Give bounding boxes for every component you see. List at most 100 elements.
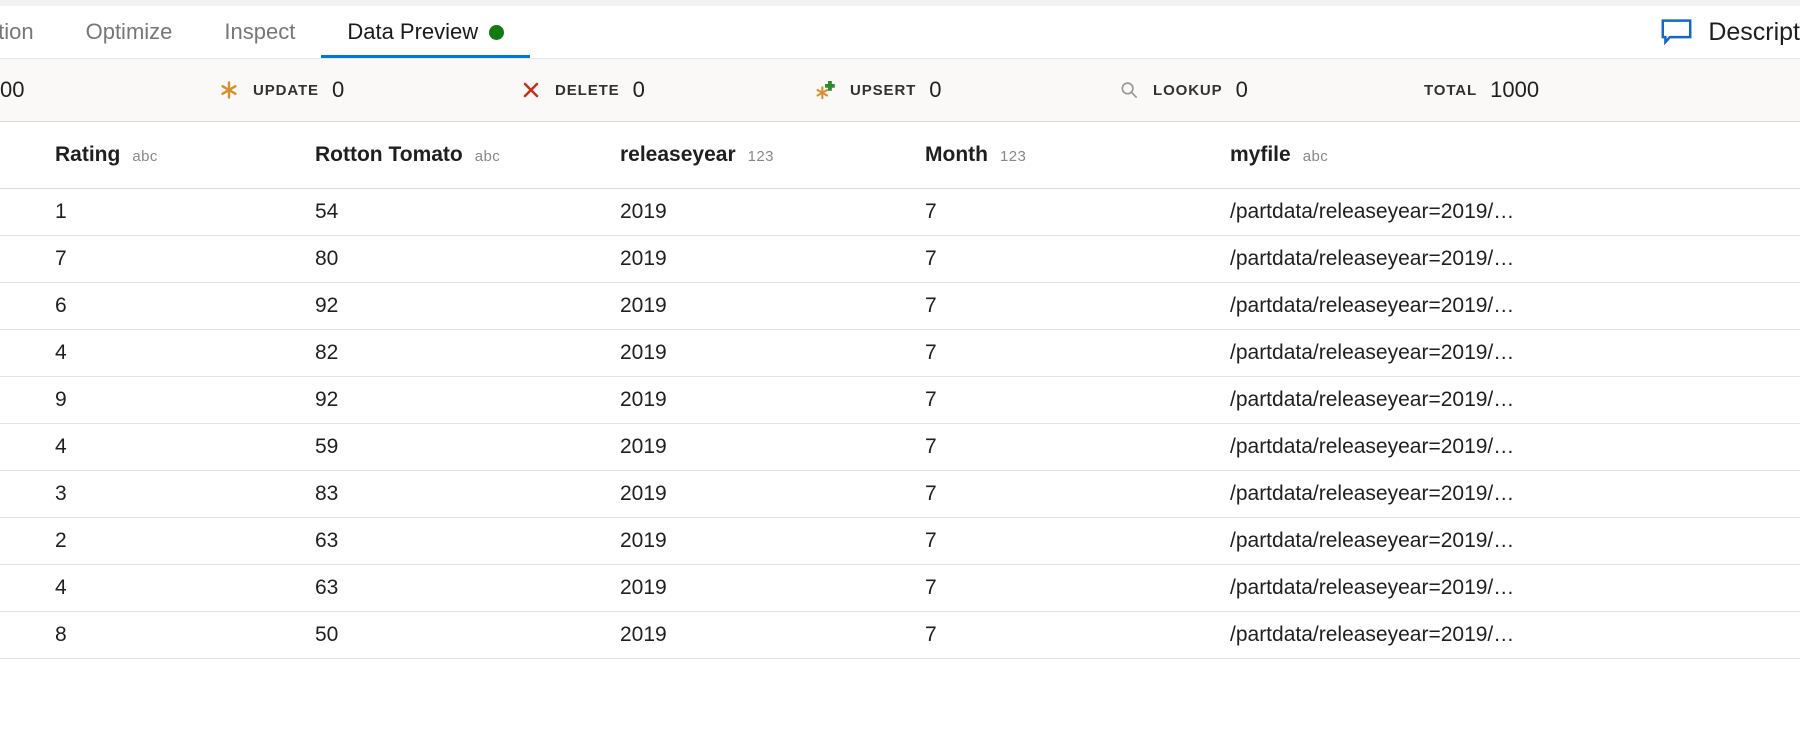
- table-row[interactable]: 8 50 2019 7/partdata/releaseyear=2019/…: [0, 611, 1800, 659]
- table-cell: 7: [920, 329, 1225, 377]
- table-cell: 8: [0, 611, 310, 659]
- table-cell: 7: [0, 235, 310, 283]
- table-cell: 2019: [615, 235, 920, 283]
- table-row[interactable]: 2 63 2019 7/partdata/releaseyear=2019/…: [0, 517, 1800, 565]
- tab-list: jection Optimize Inspect Data Preview: [0, 6, 531, 58]
- table-cell: 83: [310, 470, 615, 518]
- tab-data-preview[interactable]: Data Preview: [321, 6, 531, 58]
- table-row[interactable]: 7 80 2019 7/partdata/releaseyear=2019/…: [0, 235, 1800, 283]
- description-label: Descript: [1708, 17, 1800, 46]
- table-header-row: Rating abc Rotton Tomato abc releaseyear: [0, 122, 1800, 189]
- table-cell: 9: [0, 376, 310, 424]
- column-header-releaseyear[interactable]: releaseyear 123: [615, 122, 920, 189]
- table-cell: 2019: [615, 282, 920, 330]
- table-cell: /partdata/releaseyear=2019/…: [1225, 564, 1800, 612]
- table-cell: 7: [920, 564, 1225, 612]
- column-type-badge: 123: [747, 147, 774, 165]
- column-name: Month: [925, 142, 988, 166]
- stat-label: LOOKUP: [1153, 81, 1223, 99]
- column-header-rotton-tomato[interactable]: Rotton Tomato abc: [310, 122, 615, 189]
- column-type-badge: 123: [999, 147, 1027, 165]
- stat-label: UPDATE: [253, 81, 319, 99]
- table-cell: 50: [310, 611, 615, 659]
- table-cell: 2: [0, 517, 310, 565]
- tab-label: Optimize: [85, 19, 173, 44]
- table-cell: /partdata/releaseyear=2019/…: [1225, 517, 1800, 565]
- table-cell: 59: [310, 423, 615, 471]
- tab-label: Data Preview: [347, 19, 479, 44]
- table-cell: /partdata/releaseyear=2019/…: [1225, 188, 1800, 236]
- stat-value: 0: [1235, 77, 1248, 102]
- table-cell: 3: [0, 470, 310, 518]
- column-type-badge: abc: [474, 147, 501, 165]
- tab-label: Inspect: [224, 19, 296, 44]
- tab-inspect[interactable]: Inspect: [198, 6, 321, 58]
- table-cell: /partdata/releaseyear=2019/…: [1225, 611, 1800, 659]
- stat-lookup[interactable]: LOOKUP 0: [1118, 77, 1248, 103]
- stat-value: 0: [331, 77, 345, 102]
- table-row[interactable]: 6 92 2019 7/partdata/releaseyear=2019/…: [0, 282, 1800, 330]
- table-cell: 4: [0, 329, 310, 377]
- stat-value: 0: [632, 77, 645, 102]
- table-cell: 2019: [615, 376, 920, 424]
- table-row[interactable]: 4 63 2019 7/partdata/releaseyear=2019/…: [0, 564, 1800, 612]
- table-cell: /partdata/releaseyear=2019/…: [1225, 329, 1800, 377]
- description-button[interactable]: Descript: [1661, 18, 1800, 47]
- cross-icon: [523, 82, 539, 98]
- stat-label: UPSERT: [850, 81, 917, 99]
- stat-total: TOTAL 1000: [1424, 77, 1539, 103]
- table-cell: 7: [920, 470, 1225, 518]
- tab-projection[interactable]: jection: [0, 6, 60, 58]
- table-row[interactable]: 3 83 2019 7/partdata/releaseyear=2019/…: [0, 470, 1800, 518]
- stat-label: DELETE: [555, 81, 620, 99]
- table-row[interactable]: 1 54 2019 7/partdata/releaseyear=2019/…: [0, 188, 1800, 236]
- asterisk-plus-icon: [816, 81, 835, 100]
- tab-bar: jection Optimize Inspect Data Preview De…: [0, 6, 1800, 59]
- tab-label: jection: [0, 19, 34, 44]
- stat-value: 1000: [1490, 77, 1540, 102]
- table-cell: 7: [920, 376, 1225, 424]
- table-cell: 2019: [615, 423, 920, 471]
- table-cell: 7: [920, 517, 1225, 565]
- table-cell: 63: [310, 517, 615, 565]
- tab-bar-actions: Descript: [1661, 6, 1800, 58]
- table-header: Rating abc Rotton Tomato abc releaseyear: [0, 122, 1800, 189]
- table-cell: /partdata/releaseyear=2019/…: [1225, 376, 1800, 424]
- stat-upsert[interactable]: UPSERT 0: [815, 77, 942, 103]
- column-name: Rating: [55, 142, 121, 166]
- data-preview-table-container[interactable]: Rating abc Rotton Tomato abc releaseyear: [0, 122, 1800, 751]
- table-cell: 4: [0, 423, 310, 471]
- table-cell: 63: [310, 564, 615, 612]
- column-header-rating[interactable]: Rating abc: [0, 122, 310, 189]
- table-cell: 1: [0, 188, 310, 236]
- table-cell: /partdata/releaseyear=2019/…: [1225, 282, 1800, 330]
- table-cell: 82: [310, 329, 615, 377]
- table-cell: 7: [920, 282, 1225, 330]
- stat-label: TOTAL: [1424, 81, 1478, 99]
- column-name: releaseyear: [620, 142, 736, 166]
- stat-delete[interactable]: DELETE 0: [520, 77, 645, 103]
- column-name: Rotton Tomato: [315, 142, 463, 166]
- table-cell: 54: [310, 188, 615, 236]
- stat-value: 0: [929, 77, 942, 102]
- table-cell: 2019: [615, 329, 920, 377]
- tab-optimize[interactable]: Optimize: [60, 6, 199, 58]
- table-row[interactable]: 4 59 2019 7/partdata/releaseyear=2019/…: [0, 423, 1800, 471]
- table-cell: 6: [0, 282, 310, 330]
- table-cell: 2019: [615, 188, 920, 236]
- table-cell: 2019: [615, 564, 920, 612]
- table-cell: 7: [920, 188, 1225, 236]
- table-cell: 4: [0, 564, 310, 612]
- table-body: 1 54 2019 7/partdata/releaseyear=2019/… 7 80 2…: [0, 188, 1800, 659]
- table-cell: 80: [310, 235, 615, 283]
- table-cell: 7: [920, 611, 1225, 659]
- column-header-myfile[interactable]: myfile abc: [1225, 122, 1800, 189]
- table-cell: 2019: [615, 611, 920, 659]
- column-header-month[interactable]: Month 123: [920, 122, 1225, 189]
- table-cell: /partdata/releaseyear=2019/…: [1225, 470, 1800, 518]
- table-row[interactable]: 9 92 2019 7/partdata/releaseyear=2019/…: [0, 376, 1800, 424]
- stat-update[interactable]: UPDATE 0: [218, 77, 344, 103]
- table-cell: 2019: [615, 470, 920, 518]
- table-row[interactable]: 4 82 2019 7/partdata/releaseyear=2019/…: [0, 329, 1800, 377]
- asterisk-icon: [221, 81, 237, 99]
